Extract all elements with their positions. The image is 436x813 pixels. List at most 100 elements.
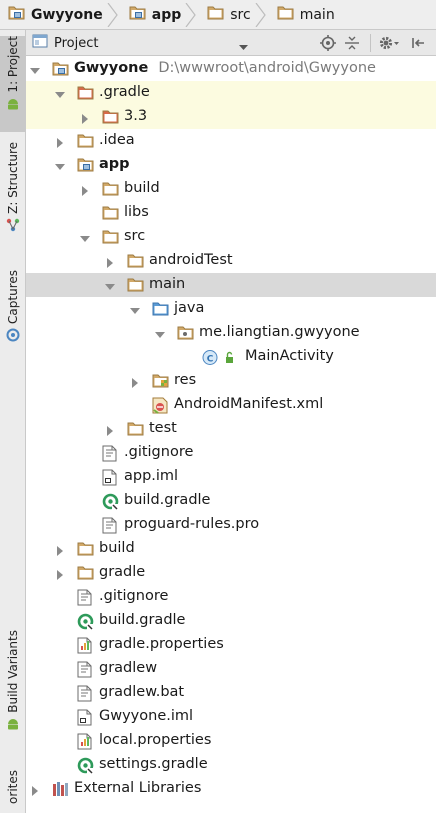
tree-row[interactable]: res [26, 369, 436, 393]
tool-window-tab[interactable]: Captures [0, 270, 26, 352]
collapsed-arrow-icon[interactable] [30, 784, 40, 796]
breadcrumb-item[interactable]: src [199, 0, 268, 30]
breadcrumb-item[interactable]: main [269, 0, 353, 30]
module-folder-icon [77, 157, 94, 176]
iml-file-icon [77, 709, 92, 730]
tree-row-label: libs [124, 204, 149, 220]
toolbar-separator [370, 34, 371, 52]
hide-icon[interactable] [410, 35, 426, 55]
tree-row-label: app.iml [124, 468, 179, 484]
properties-file-icon [77, 733, 92, 754]
tree-row[interactable]: .gitignore [26, 585, 436, 609]
folder-icon [127, 277, 144, 296]
collapsed-arrow-icon[interactable] [105, 424, 115, 436]
tree-row[interactable]: .idea [26, 129, 436, 153]
tree-row[interactable]: gradle [26, 561, 436, 585]
project-tree: Gwyyone D:\wwwroot\android\Gwyyone .gradle… [26, 57, 436, 813]
tree-row[interactable]: C MainActivity [26, 345, 436, 369]
expanded-arrow-icon[interactable] [80, 232, 90, 242]
tree-row-label: 3.3 [124, 108, 148, 124]
left-tool-window-strip: 1: Project Z: Structure Captures Build Vari… [0, 30, 26, 813]
tree-row[interactable]: local.properties [26, 729, 436, 753]
tree-row-label: app [99, 156, 130, 172]
collapsed-arrow-icon[interactable] [105, 256, 115, 268]
collapsed-arrow-icon[interactable] [130, 376, 140, 388]
module-folder-icon [52, 61, 69, 80]
iml-file-icon [102, 469, 117, 490]
folder-icon [77, 133, 94, 152]
expanded-arrow-icon[interactable] [30, 64, 40, 74]
expanded-arrow-icon[interactable] [155, 328, 165, 338]
tree-row[interactable]: build.gradle [26, 489, 436, 513]
breadcrumb-label: main [299, 6, 335, 23]
breadcrumb-label: app [151, 6, 182, 23]
tree-row[interactable]: .gitignore [26, 441, 436, 465]
collapsed-arrow-icon[interactable] [55, 544, 65, 556]
project-view-select[interactable]: Project [32, 33, 248, 53]
tree-row[interactable]: gradlew [26, 657, 436, 681]
breadcrumb-item[interactable]: Gwyyone [0, 0, 121, 30]
collapsed-arrow-icon[interactable] [80, 112, 90, 124]
project-view-icon [32, 34, 48, 52]
tree-row[interactable]: test [26, 417, 436, 441]
collapsed-arrow-icon[interactable] [80, 184, 90, 196]
tree-row[interactable]: libs [26, 201, 436, 225]
chevron-down-icon [239, 40, 248, 55]
tree-row[interactable]: Gwyyone D:\wwwroot\android\Gwyyone [26, 57, 436, 81]
tree-row[interactable]: .gradle [26, 81, 436, 105]
breadcrumb-label: src [230, 6, 251, 23]
tree-row-label: settings.gradle [99, 756, 208, 772]
tree-row[interactable]: gradle.properties [26, 633, 436, 657]
tree-row[interactable]: Gwyyone.iml [26, 705, 436, 729]
gradle-icon [77, 613, 94, 634]
tool-window-tab[interactable]: orites [0, 770, 26, 813]
collapse-all-icon[interactable] [344, 35, 360, 55]
tree-row[interactable]: java [26, 297, 436, 321]
tool-window-tab[interactable]: Build Variants [0, 630, 26, 750]
tree-row[interactable]: 3.3 [26, 105, 436, 129]
tree-row[interactable]: androidTest [26, 249, 436, 273]
manifest-icon [152, 397, 169, 418]
tree-row[interactable]: src [26, 225, 436, 249]
tree-row[interactable]: gradlew.bat [26, 681, 436, 705]
tree-row[interactable]: build [26, 537, 436, 561]
expanded-arrow-icon[interactable] [55, 160, 65, 170]
tree-row-label: Gwyyone.iml [99, 708, 194, 724]
gear-icon[interactable] [378, 35, 400, 55]
folder-icon [102, 229, 119, 248]
expanded-arrow-icon[interactable] [105, 280, 115, 290]
tree-row[interactable]: main [26, 273, 436, 297]
resource-folder-icon [152, 373, 169, 392]
tool-window-tab[interactable]: Z: Structure [0, 142, 26, 252]
expanded-arrow-icon[interactable] [130, 304, 140, 314]
tree-row-label: External Libraries [74, 780, 202, 796]
folder-icon [127, 253, 144, 272]
tree-row[interactable]: app.iml [26, 465, 436, 489]
tool-window-tab[interactable]: 1: Project [0, 36, 26, 132]
tree-row[interactable]: build.gradle [26, 609, 436, 633]
expanded-arrow-icon[interactable] [55, 88, 65, 98]
tree-row[interactable]: External Libraries [26, 777, 436, 801]
tree-row[interactable]: AndroidManifest.xml [26, 393, 436, 417]
tree-row-label: build.gradle [124, 492, 211, 508]
tree-row-label: main [149, 276, 186, 292]
breadcrumb-label: Gwyyone [31, 6, 103, 23]
collapsed-arrow-icon[interactable] [55, 568, 65, 580]
tree-row[interactable]: app [26, 153, 436, 177]
tool-window-tab-label: Build Variants [6, 630, 20, 713]
tree-row[interactable]: proguard-rules.pro [26, 513, 436, 537]
locate-icon[interactable] [320, 35, 336, 55]
breadcrumb-separator-icon [107, 2, 119, 27]
breadcrumb-separator-icon [255, 2, 267, 27]
svg-text:C: C [207, 355, 214, 365]
tree-row[interactable]: settings.gradle [26, 753, 436, 777]
excluded-folder-icon [102, 109, 119, 128]
tree-row[interactable]: me.liangtian.gwyyone [26, 321, 436, 345]
tool-window-tab-label: orites [6, 770, 20, 804]
breadcrumb-item[interactable]: app [121, 0, 200, 30]
tool-window-tab-label: Z: Structure [6, 142, 20, 214]
tree-row[interactable]: build [26, 177, 436, 201]
collapsed-arrow-icon[interactable] [55, 136, 65, 148]
text-file-icon [77, 685, 92, 706]
gradle-icon [102, 493, 119, 514]
